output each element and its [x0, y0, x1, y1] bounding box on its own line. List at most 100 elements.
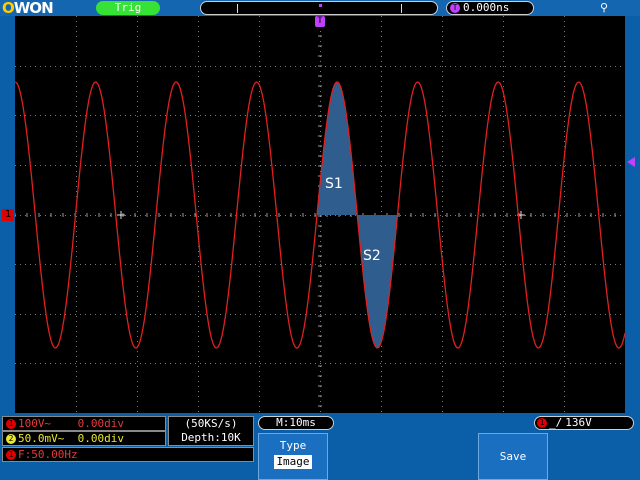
trigger-level-arrow-icon[interactable] [627, 157, 635, 167]
grid-dot [580, 66, 581, 67]
grid-dot [259, 326, 260, 327]
grid-dot [235, 165, 236, 166]
grid-dot [95, 66, 96, 67]
grid-dot [20, 215, 21, 216]
grid-dot [455, 165, 456, 166]
grid-dot [137, 151, 138, 152]
grid-dot [564, 56, 565, 57]
grid-dot [355, 264, 356, 265]
grid-dot [145, 115, 146, 116]
grid-dot [198, 216, 199, 217]
grid-dot [350, 314, 351, 315]
grid-dot [25, 115, 26, 116]
grid-dot [85, 165, 86, 166]
grid-dot [503, 211, 504, 212]
grid-dot [137, 326, 138, 327]
grid-dot [375, 363, 376, 364]
grid-dot [535, 115, 536, 116]
type-softkey-value: Image [274, 455, 312, 469]
grid-dot [198, 261, 199, 262]
grid-dot [564, 241, 565, 242]
sample-rate: (50KS/s) [184, 417, 238, 430]
grid-dot [381, 91, 382, 92]
grid-dot [198, 16, 199, 17]
grid-dot [55, 264, 56, 265]
grid-dot [105, 215, 106, 216]
grid-dot [75, 66, 76, 67]
grid-dot [75, 165, 76, 166]
grid-dot [275, 66, 276, 67]
ch1-offset-marker[interactable]: 1 [2, 209, 14, 221]
grid-dot [615, 264, 616, 265]
grid-dot [503, 21, 504, 22]
grid-dot [310, 115, 311, 116]
grid-dot [470, 115, 471, 116]
logo-text: WON [13, 0, 54, 17]
grid-dot [320, 121, 321, 122]
type-softkey[interactable]: Type Image [258, 433, 328, 480]
grid-dot [259, 151, 260, 152]
save-softkey[interactable]: Save [478, 433, 548, 480]
grid-dot [515, 363, 516, 364]
grid-dot [585, 165, 586, 166]
grid-dot [198, 331, 199, 332]
grid-dot [76, 126, 77, 127]
grid-dot [76, 106, 77, 107]
grid-dot [320, 81, 321, 82]
grid-dot [381, 161, 382, 162]
grid-dot [220, 165, 221, 166]
trigger-position-marker[interactable]: T [315, 16, 325, 27]
ch1-settings: 1 100V~ 0.00div [2, 416, 166, 431]
grid-dot [259, 111, 260, 112]
grid-dot [535, 264, 536, 265]
grid-dot [175, 215, 176, 216]
grid-dot [503, 246, 504, 247]
grid-dot [600, 115, 601, 116]
grid-dot [225, 363, 226, 364]
grid-dot [190, 66, 191, 67]
grid-dot [137, 46, 138, 47]
grid-dot [140, 314, 141, 315]
grid-dot [381, 381, 382, 382]
grid-dot [200, 115, 201, 116]
grid-dot [137, 146, 138, 147]
grid-dot [440, 66, 441, 67]
grid-dot [605, 115, 606, 116]
grid-dot [570, 115, 571, 116]
grid-dot [30, 264, 31, 265]
grid-dot [198, 251, 199, 252]
grid-dot [375, 115, 376, 116]
grid-dot [381, 121, 382, 122]
grid-dot [105, 363, 106, 364]
grid-dot [137, 216, 138, 217]
grid-dot [340, 264, 341, 265]
grid-dot [320, 101, 321, 102]
grid-dot [137, 381, 138, 382]
grid-dot [76, 221, 77, 222]
grid-dot [280, 264, 281, 265]
grid-dot [545, 264, 546, 265]
grid-dot [442, 216, 443, 217]
grid-dot [125, 215, 126, 216]
trigger-level-value: 136V [565, 416, 592, 429]
grid-dot [85, 66, 86, 67]
grid-dot [280, 215, 281, 216]
grid-dot [370, 363, 371, 364]
grid-dot [198, 411, 199, 412]
grid-dot [503, 296, 504, 297]
grid-dot [442, 326, 443, 327]
grid-dot [485, 115, 486, 116]
grid-dot [503, 171, 504, 172]
grid-dot [565, 314, 566, 315]
grid-dot [259, 236, 260, 237]
grid-dot [503, 281, 504, 282]
grid-dot [55, 363, 56, 364]
grid-dot [215, 314, 216, 315]
grid-dot [198, 291, 199, 292]
grid-dot [215, 363, 216, 364]
grid-dot [503, 376, 504, 377]
grid-dot [381, 111, 382, 112]
grid-dot [130, 66, 131, 67]
grid-dot [381, 406, 382, 407]
grid-dot [515, 165, 516, 166]
